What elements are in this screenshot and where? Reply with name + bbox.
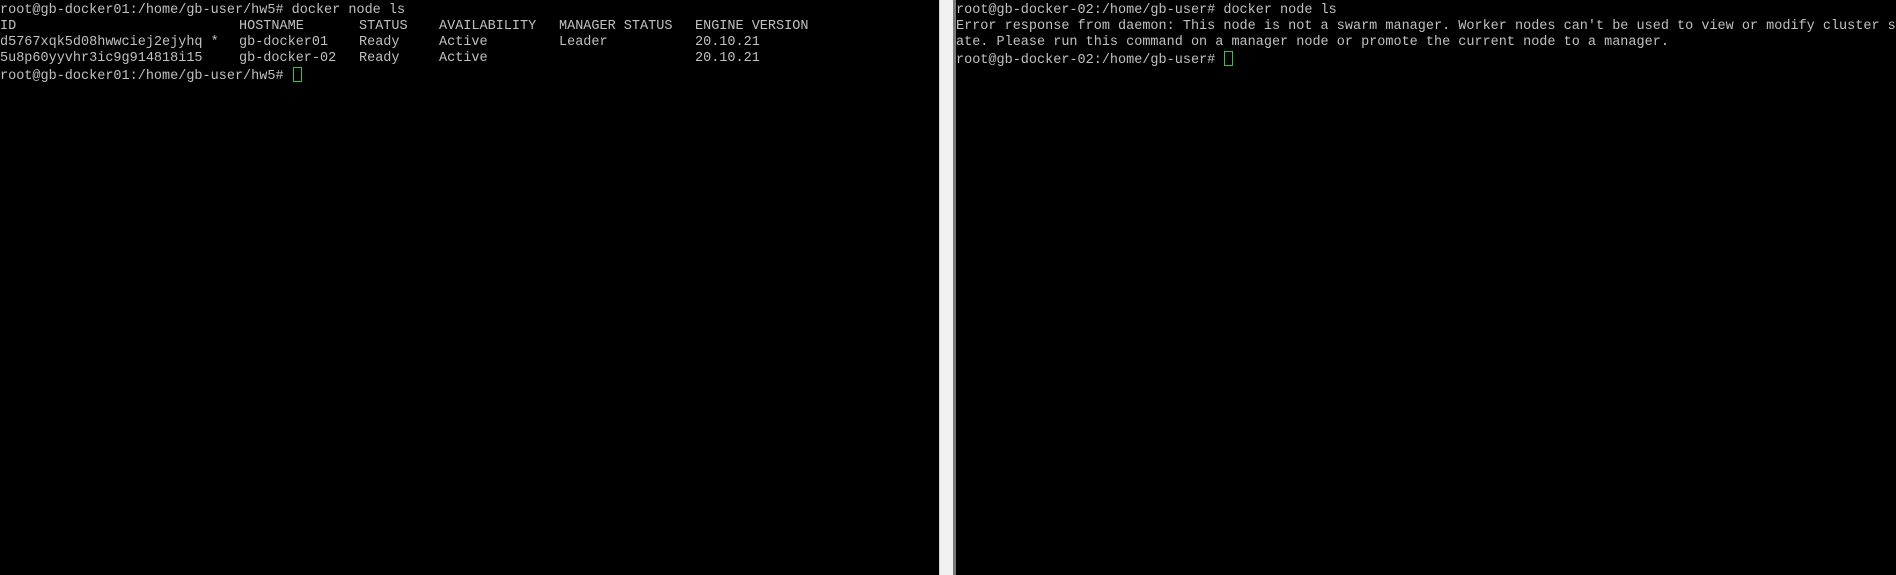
column-header-manager-status: MANAGER STATUS xyxy=(559,19,673,34)
column-header-availability: AVAILABILITY xyxy=(439,19,537,34)
column-header-hostname: HOSTNAME xyxy=(239,19,304,34)
node-status: Ready xyxy=(359,35,400,50)
prompt: root@gb-docker01:/home/gb-user/hw5# xyxy=(0,69,292,84)
prompt: root@gb-docker-02:/home/gb-user# xyxy=(956,3,1224,18)
active-prompt-line[interactable]: root@gb-docker01:/home/gb-user/hw5# xyxy=(0,67,835,84)
prompt: root@gb-docker-02:/home/gb-user# xyxy=(956,53,1224,68)
left-terminal-output: root@gb-docker01:/home/gb-user/hw5# dock… xyxy=(0,3,835,84)
right-terminal-output: root@gb-docker-02:/home/gb-user# docker … xyxy=(956,3,1896,68)
command-line: root@gb-docker01:/home/gb-user/hw5# dock… xyxy=(0,3,835,19)
command-text: docker node ls xyxy=(1223,3,1337,18)
node-engine-version: 20.10.21 xyxy=(695,35,760,50)
node-manager-status: Leader xyxy=(559,35,608,50)
command-text: docker node ls xyxy=(291,3,406,18)
column-header-id: ID xyxy=(0,19,17,34)
text-cursor xyxy=(1224,51,1234,66)
node-hostname: gb-docker-02 xyxy=(239,51,337,66)
column-header-status: STATUS xyxy=(359,19,408,34)
node-availability: Active xyxy=(439,35,488,50)
node-id: 5u8p60yyvhr3ic9g914818i15 xyxy=(0,51,203,66)
left-terminal-pane[interactable]: root@gb-docker01:/home/gb-user/hw5# dock… xyxy=(0,0,937,575)
table-row: 5u8p60yyvhr3ic9g914818i15 gb-docker-02 Rea… xyxy=(0,51,835,67)
node-hostname: gb-docker01 xyxy=(239,35,329,50)
active-prompt-line[interactable]: root@gb-docker-02:/home/gb-user# xyxy=(956,51,1896,68)
table-header-row: ID HOSTNAME STATUS AVAILABILITY MANAGER STAT… xyxy=(0,19,835,35)
right-terminal-pane[interactable]: root@gb-docker-02:/home/gb-user# docker … xyxy=(956,0,1896,575)
node-engine-version: 20.10.21 xyxy=(695,51,760,66)
node-status: Ready xyxy=(359,51,400,66)
error-message-line: ate. Please run this command on a manage… xyxy=(956,35,1669,50)
node-availability: Active xyxy=(439,51,488,66)
text-cursor xyxy=(292,67,302,82)
table-row: d5767xqk5d08hwwciej2ejyhq * gb-docker01 Re… xyxy=(0,35,835,51)
node-id: d5767xqk5d08hwwciej2ejyhq * xyxy=(0,35,219,50)
error-message-line: Error response from daemon: This node is… xyxy=(956,19,1896,34)
column-header-engine-version: ENGINE VERSION xyxy=(695,19,809,34)
prompt: root@gb-docker01:/home/gb-user/hw5# xyxy=(0,3,292,18)
command-line: root@gb-docker-02:/home/gb-user# docker … xyxy=(956,3,1896,19)
